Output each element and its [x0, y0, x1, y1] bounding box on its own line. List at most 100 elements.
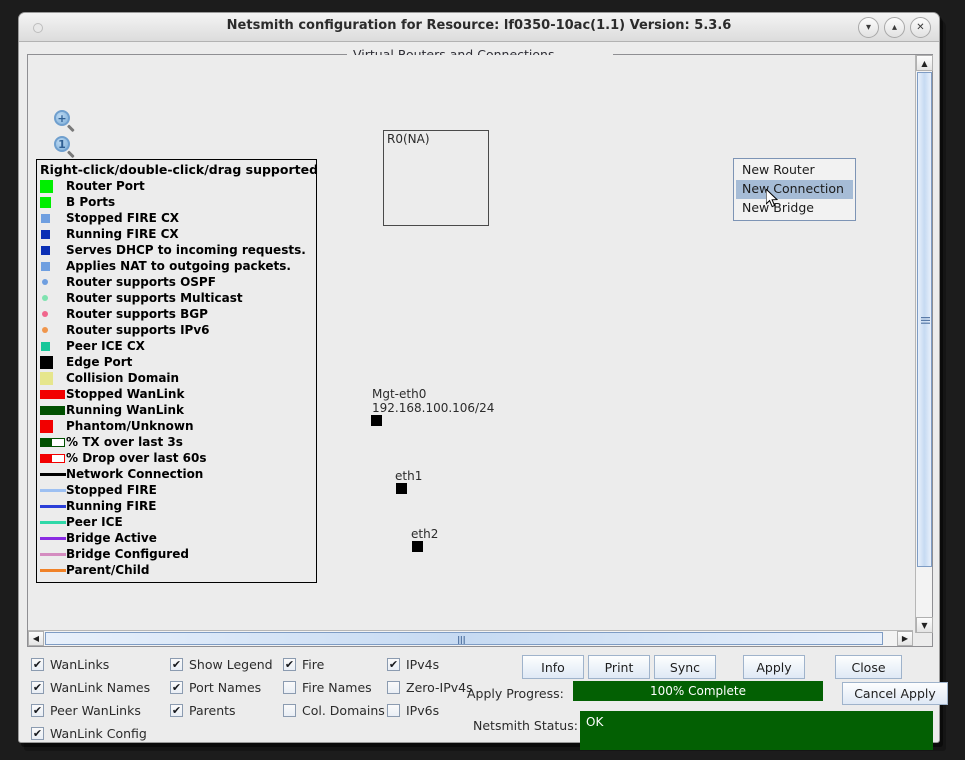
legend-item-label: B Ports — [66, 195, 116, 209]
checkbox-row[interactable]: ✔ WanLink Names — [31, 676, 150, 699]
port-eth1[interactable]: eth1 — [395, 469, 422, 494]
port-square[interactable] — [371, 415, 382, 426]
checkbox-wanlinks[interactable]: ✔ — [31, 658, 44, 671]
router-label: R0(NA) — [387, 132, 430, 146]
legend-item-label: Running WanLink — [66, 403, 185, 417]
checkbox-column-ip: ✔ IPv4s Zero-IPv4s IPv6s — [387, 653, 473, 722]
apply-button[interactable]: Apply — [743, 655, 805, 679]
checkbox-row[interactable]: ✔ Parents — [170, 699, 273, 722]
checkbox-row[interactable]: ✔ Fire — [283, 653, 385, 676]
legend-item: Running FIRE CX — [40, 226, 313, 242]
checkbox-row[interactable]: ✔ WanLink Config — [31, 722, 150, 745]
context-menu-item[interactable]: New Bridge — [736, 199, 853, 218]
checkbox-row[interactable]: ✔ Show Legend — [170, 653, 273, 676]
legend-item-label: Network Connection — [66, 467, 204, 481]
checkbox-ipv6s[interactable] — [387, 704, 400, 717]
zoom-reset-glyph: 1 — [54, 136, 70, 152]
checkbox-show-legend[interactable]: ✔ — [170, 658, 183, 671]
legend-swatch — [40, 437, 66, 447]
legend-item-label: % Drop over last 60s — [66, 451, 207, 465]
legend-swatch-glyph — [40, 355, 53, 369]
legend-item-label: Applies NAT to outgoing packets. — [66, 259, 291, 273]
vertical-scrollbar-thumb[interactable] — [917, 72, 932, 567]
maximize-icon[interactable]: ▴ — [884, 17, 905, 38]
sync-button[interactable]: Sync — [654, 655, 716, 679]
legend-item: Bridge Active — [40, 530, 313, 546]
bottom-controls: ✔ WanLinks ✔ WanLink Names ✔ Peer WanLinks ✔ Wa… — [27, 651, 948, 750]
checkbox-row[interactable]: ✔ IPv4s — [387, 653, 473, 676]
context-menu-item[interactable]: New Router — [736, 161, 853, 180]
legend-item: Applies NAT to outgoing packets. — [40, 258, 313, 274]
checkbox-label: Parents — [189, 703, 236, 718]
checkbox-row[interactable]: ✔ WanLinks — [31, 653, 150, 676]
checkbox-row[interactable]: IPv6s — [387, 699, 473, 722]
legend-item-label: Router supports Multicast — [66, 291, 243, 305]
legend-swatch-glyph — [40, 419, 53, 433]
checkbox-row[interactable]: ✔ Peer WanLinks — [31, 699, 150, 722]
horizontal-scrollbar-thumb[interactable] — [45, 632, 883, 645]
zoom-reset-icon[interactable]: 1 — [54, 136, 78, 160]
checkbox-ipv4s[interactable]: ✔ — [387, 658, 400, 671]
context-menu-item[interactable]: New Connection — [736, 180, 853, 199]
checkbox-zero-ipv4s[interactable] — [387, 681, 400, 694]
legend-swatch — [40, 419, 66, 433]
port-mgt-eth0[interactable]: Mgt-eth0 192.168.100.106/24 — [371, 387, 494, 426]
checkbox-fire[interactable]: ✔ — [283, 658, 296, 671]
checkbox-row[interactable]: Zero-IPv4s — [387, 676, 473, 699]
magnifier-handle — [66, 124, 75, 133]
legend-item-label: Running FIRE CX — [66, 227, 179, 241]
scroll-left-arrow[interactable]: ◀ — [28, 631, 44, 646]
legend-item: Running WanLink — [40, 402, 313, 418]
info-button[interactable]: Info — [522, 655, 584, 679]
context-menu[interactable]: New Router New Connection New Bridge — [733, 158, 856, 221]
scroll-down-arrow[interactable]: ▼ — [916, 617, 933, 633]
legend-swatch — [40, 245, 66, 255]
print-button[interactable]: Print — [588, 655, 650, 679]
legend-item-label: Stopped FIRE CX — [66, 211, 180, 225]
legend-swatch — [40, 311, 66, 317]
legend-swatch — [40, 472, 66, 476]
legend-item: Router supports Multicast — [40, 290, 313, 306]
checkbox-row[interactable]: Col. Domains — [283, 699, 385, 722]
legend-item-label: Peer ICE CX — [66, 339, 145, 353]
legend-swatch — [40, 371, 66, 385]
checkbox-wanlink-names[interactable]: ✔ — [31, 681, 44, 694]
legend-item: Stopped FIRE — [40, 482, 313, 498]
cancel-apply-button[interactable]: Cancel Apply — [842, 682, 948, 705]
zoom-in-icon[interactable]: + — [54, 110, 78, 134]
scroll-right-arrow[interactable]: ▶ — [897, 631, 913, 646]
checkbox-port-names[interactable]: ✔ — [170, 681, 183, 694]
netsmith-canvas[interactable]: + 1 − Right-click/double-click/drag supp… — [28, 55, 913, 633]
router-node-r0[interactable]: R0(NA) — [383, 130, 489, 226]
port-eth2[interactable]: eth2 — [411, 527, 438, 552]
close-icon[interactable]: ✕ — [910, 17, 931, 38]
port-square[interactable] — [412, 541, 423, 552]
horizontal-scrollbar[interactable]: ◀ ▶ — [28, 630, 913, 646]
legend-swatch-glyph — [40, 568, 66, 572]
legend-swatch-glyph — [40, 453, 65, 463]
vertical-scrollbar[interactable]: ▲ ▼ — [915, 55, 933, 633]
close-button[interactable]: Close — [835, 655, 902, 679]
checkbox-peer-wanlinks[interactable]: ✔ — [31, 704, 44, 717]
legend-item: Running FIRE — [40, 498, 313, 514]
port-label-line1: eth2 — [411, 527, 439, 541]
minimize-icon[interactable]: ▾ — [858, 17, 879, 38]
checkbox-label: IPv6s — [406, 703, 440, 718]
legend-item-label: Bridge Configured — [66, 547, 189, 561]
checkbox-parents[interactable]: ✔ — [170, 704, 183, 717]
legend-swatch-glyph — [41, 261, 50, 271]
port-square[interactable] — [396, 483, 407, 494]
legend-swatch — [40, 453, 66, 463]
legend-swatch — [40, 213, 66, 223]
checkbox-row[interactable]: Fire Names — [283, 676, 385, 699]
legend-swatch-glyph — [40, 520, 66, 524]
checkbox-row[interactable]: ✔ Port Names — [170, 676, 273, 699]
legend-item: Stopped FIRE CX — [40, 210, 313, 226]
checkbox-wanlink-config[interactable]: ✔ — [31, 727, 44, 740]
legend-item: Network Connection — [40, 466, 313, 482]
checkbox-label: Peer WanLinks — [50, 703, 141, 718]
legend-item: Router supports OSPF — [40, 274, 313, 290]
checkbox-fire-names[interactable] — [283, 681, 296, 694]
scroll-up-arrow[interactable]: ▲ — [916, 55, 933, 71]
checkbox-col-domains[interactable] — [283, 704, 296, 717]
